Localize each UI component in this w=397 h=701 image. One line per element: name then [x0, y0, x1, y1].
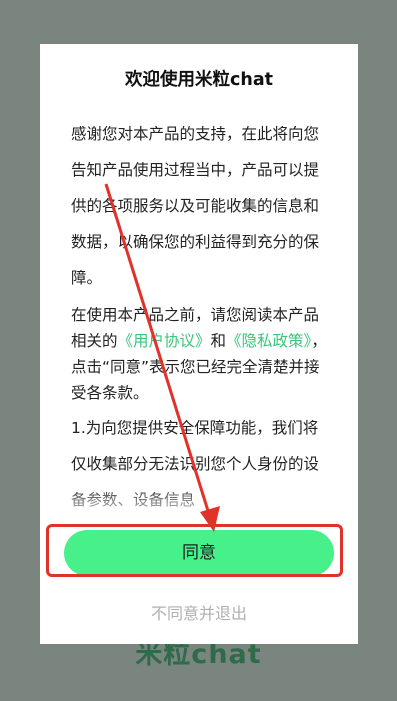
annotation-arrow-head [200, 506, 220, 532]
annotation-arrow-line [104, 183, 211, 515]
annotation-arrow [104, 183, 220, 532]
